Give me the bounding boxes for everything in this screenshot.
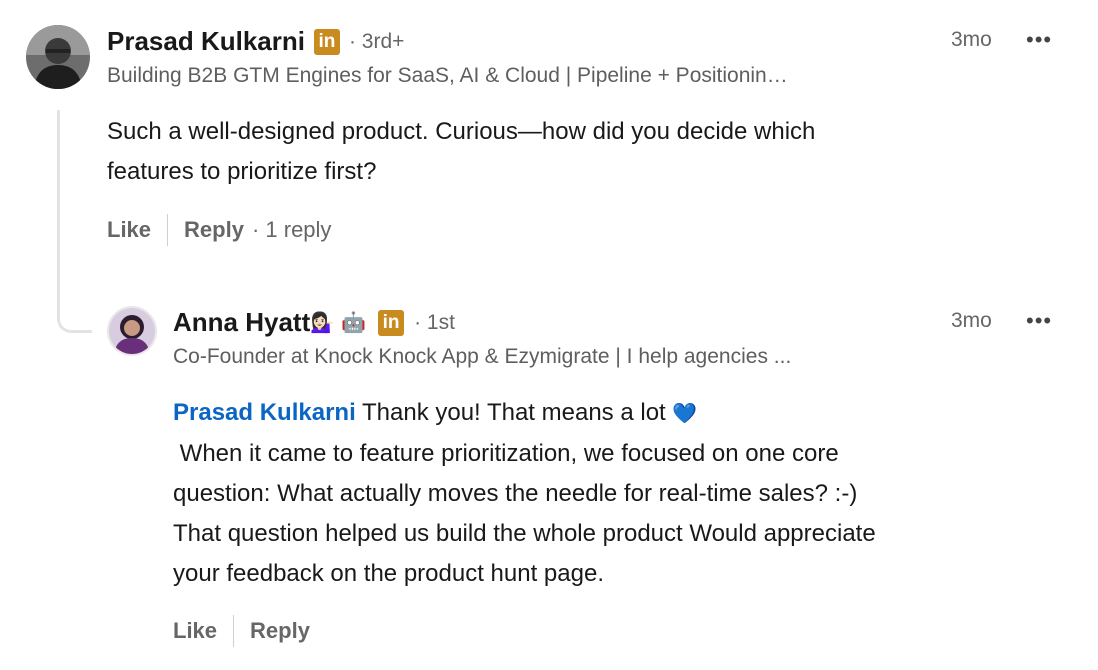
avatar-prasad[interactable] (26, 25, 90, 89)
mention-link[interactable]: Prasad Kulkarni (173, 399, 356, 426)
connection-degree: · 1st (414, 310, 455, 334)
blue-heart-emoji-icon: 💙 (672, 403, 698, 425)
woman-tipping-hand-emoji-icon: 💁🏻‍♀️ (310, 312, 336, 334)
like-button[interactable]: Like (173, 618, 217, 644)
reply-text: Prasad Kulkarni Thank you! That means a … (173, 399, 876, 587)
comment-text: Such a well-designed product. Curious—ho… (107, 118, 816, 185)
robot-emoji-icon: 🤖 (341, 312, 367, 334)
reply-count-link[interactable]: · 1 reply (252, 217, 331, 243)
thread-connector-curve (57, 296, 92, 333)
reply-author-headline: Co-Founder at Knock Knock App & Ezymigra… (173, 345, 792, 368)
thread-connector-line (57, 110, 60, 306)
reply-author-name[interactable]: Anna Hyatt (173, 307, 310, 338)
reply-more-options-icon[interactable]: ••• (1026, 308, 1052, 334)
reply-button[interactable]: Reply (184, 217, 244, 243)
action-divider (233, 615, 235, 647)
reply-button[interactable]: Reply (250, 618, 310, 644)
comment-author-headline: Building B2B GTM Engines for SaaS, AI & … (107, 64, 788, 87)
linkedin-premium-badge-icon: in (378, 309, 405, 336)
comment-author-name[interactable]: Prasad Kulkarni (107, 26, 305, 57)
reply-timestamp: 3mo (951, 309, 992, 332)
like-button[interactable]: Like (107, 217, 151, 243)
avatar-anna[interactable] (107, 306, 157, 356)
comment-more-options-icon[interactable]: ••• (1026, 27, 1052, 53)
connection-degree: · 3rd+ (348, 29, 405, 53)
linkedin-premium-badge-icon: in (313, 28, 340, 55)
action-divider (167, 214, 169, 246)
comment-timestamp: 3mo (951, 28, 992, 51)
